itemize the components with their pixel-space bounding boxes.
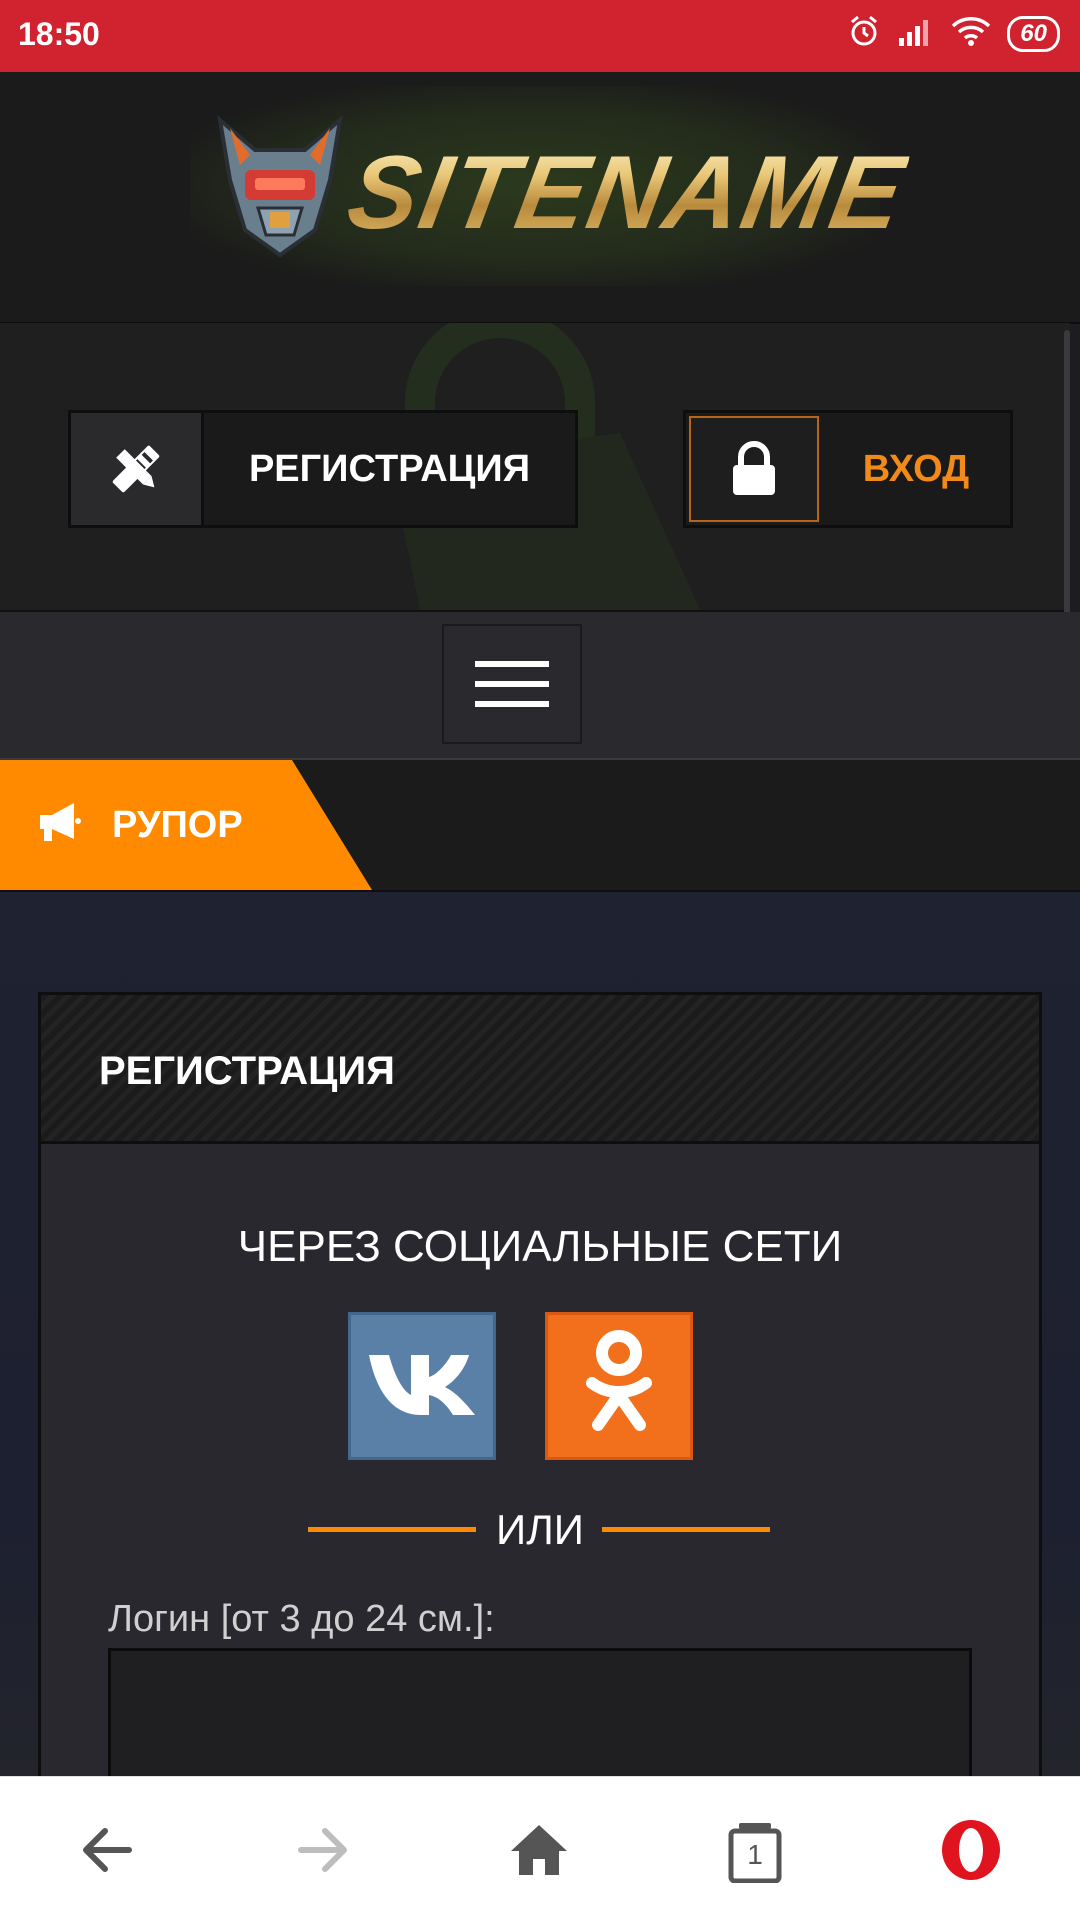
forward-arrow-icon	[295, 1825, 351, 1880]
status-icons: 60	[847, 14, 1060, 53]
tab-count: 1	[747, 1839, 763, 1870]
menu-bar	[0, 612, 1080, 760]
opera-menu-button[interactable]	[926, 1807, 1016, 1897]
vk-icon	[367, 1351, 477, 1422]
tabs-icon: 1	[727, 1821, 783, 1883]
opera-icon	[939, 1818, 1003, 1887]
robot-mascot-icon	[210, 110, 350, 265]
hamburger-menu-button[interactable]	[442, 624, 582, 744]
rupor-tab[interactable]: РУПОР	[0, 760, 372, 890]
odnoklassniki-icon	[584, 1329, 654, 1444]
login-input[interactable]	[108, 1648, 972, 1788]
or-divider-right	[602, 1527, 770, 1532]
registration-card-header: РЕГИСТРАЦИЯ	[38, 992, 1042, 1144]
rupor-label: РУПОР	[112, 803, 243, 846]
tabs-button[interactable]: 1	[710, 1807, 800, 1897]
or-divider-left	[308, 1527, 476, 1532]
ok-login-button[interactable]	[545, 1312, 693, 1460]
battery-icon: 60	[1007, 15, 1060, 52]
registration-title: РЕГИСТРАЦИЯ	[99, 1049, 395, 1093]
vk-login-button[interactable]	[348, 1312, 496, 1460]
or-divider-text: ИЛИ	[496, 1506, 584, 1553]
register-button[interactable]: РЕГИСТРАЦИЯ	[68, 410, 578, 528]
pencil-ruler-icon	[71, 413, 204, 525]
site-header: SITENAME	[0, 72, 1080, 324]
home-button[interactable]	[494, 1807, 584, 1897]
status-bar: 18:50 60	[0, 0, 1080, 72]
back-button[interactable]	[62, 1807, 152, 1897]
rupor-bar: РУПОР	[0, 760, 1080, 892]
login-button-label: ВХОД	[862, 447, 970, 490]
status-time: 18:50	[18, 16, 100, 52]
signal-icon	[897, 16, 935, 51]
browser-bottom-nav: 1	[0, 1776, 1080, 1921]
lock-icon	[689, 416, 819, 522]
back-arrow-icon	[79, 1825, 135, 1880]
social-networks-heading: ЧЕРЕЗ СОЦИАЛЬНЫЕ СЕТИ	[237, 1222, 843, 1271]
megaphone-icon	[34, 801, 82, 850]
wifi-icon	[951, 16, 991, 51]
login-button[interactable]: ВХОД	[683, 410, 1013, 528]
forward-button[interactable]	[278, 1807, 368, 1897]
home-icon	[509, 1823, 569, 1882]
alarm-icon	[847, 14, 881, 53]
site-logo-text[interactable]: SITENAME	[340, 134, 914, 253]
register-button-label: РЕГИСТРАЦИЯ	[248, 447, 531, 490]
login-field-label: Логин [от 3 до 24 см.]:	[108, 1598, 495, 1640]
